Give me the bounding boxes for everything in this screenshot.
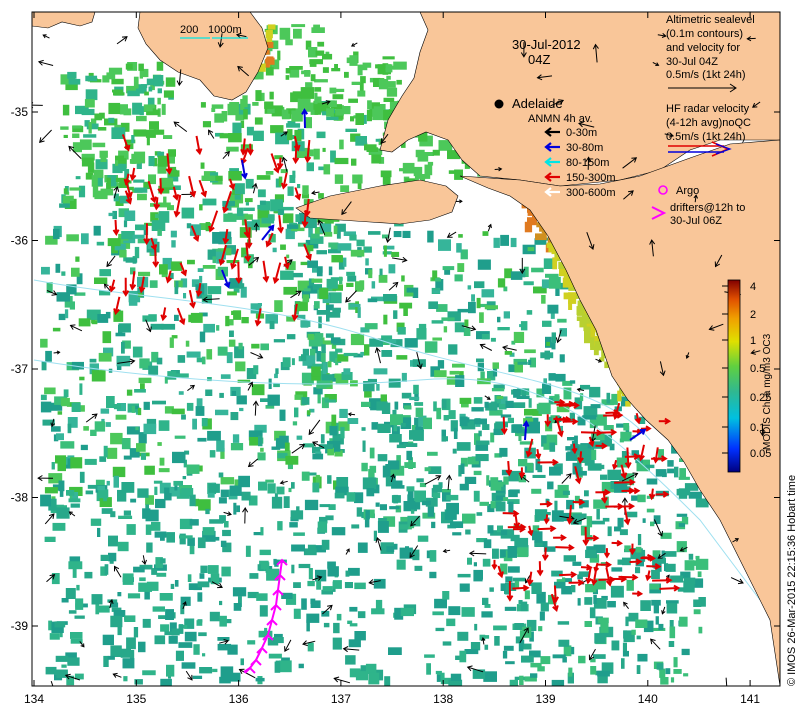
legend-anmn-title: ANMN 4h av. [528, 113, 593, 125]
depth-scale-bar: 200 1000m [180, 24, 248, 39]
city-marker [494, 99, 504, 109]
ocean-chlorophyll-map: 134 135 136 137 138 139 140 141 -35 -36 -37 -38 -39… [11, 11, 798, 706]
legend-alt-line1: Altimetric sealevel [666, 14, 755, 26]
y-tick-label: -35 [11, 105, 29, 119]
scale-label-1000: 1000m [208, 24, 242, 36]
legend-radar-line3: 0.5m/s (1kt 24h) [666, 131, 745, 143]
legend-alt-line5: 0.5m/s (1kt 24h) [666, 69, 745, 81]
legend-argo-line2: drifters@12h to [670, 202, 745, 214]
x-tick-label: 134 [24, 692, 44, 706]
legend-anmn-label: 0-30m [566, 127, 597, 139]
credit-text: © IMOS 26-Mar-2015 22:15:36 Hobart time [786, 475, 798, 686]
legend-radar-line1: HF radar velocity [666, 103, 750, 115]
x-tick-label: 141 [740, 692, 760, 706]
x-tick-label: 139 [535, 692, 555, 706]
legend-alt-line2: (0.1m contours) [666, 28, 743, 40]
x-tick-label: 135 [126, 692, 146, 706]
legend-alt-line4: 30-Jul 04Z [666, 56, 718, 68]
scale-label-200: 200 [180, 24, 198, 36]
y-tick-label: -36 [11, 234, 29, 248]
legend-argo-line1: Argo [676, 185, 699, 197]
colorbar-tick-label: 1 [750, 335, 756, 347]
city-label: Adelaide [512, 96, 563, 111]
y-tick-label: -38 [11, 491, 29, 505]
legend-anmn-label: 30-80m [566, 142, 603, 154]
x-tick-label: 138 [433, 692, 453, 706]
colorbar-tick-label: 2 [750, 309, 756, 321]
legend-anmn-label: 80-150m [566, 157, 609, 169]
legend-anmn-label: 150-300m [566, 172, 616, 184]
colorbar-tick-label: 4 [750, 281, 756, 293]
y-tick-label: -39 [11, 619, 29, 633]
x-tick-label: 136 [229, 692, 249, 706]
map-date: 30-Jul-2012 [512, 37, 581, 52]
colorbar-title: MODIS Chl-a mg/m3 OC3 [762, 333, 773, 450]
legend-alt-line3: and velocity for [666, 42, 740, 54]
y-tick-label: -37 [11, 362, 29, 376]
legend-argo-line3: 30-Jul 06Z [670, 215, 722, 227]
x-tick-label: 140 [638, 692, 658, 706]
legend-anmn-label: 300-600m [566, 187, 616, 199]
x-tick-label: 137 [331, 692, 351, 706]
legend-radar-line2: (4-12h avg)noQC [666, 117, 751, 129]
map-time: 04Z [528, 52, 550, 67]
